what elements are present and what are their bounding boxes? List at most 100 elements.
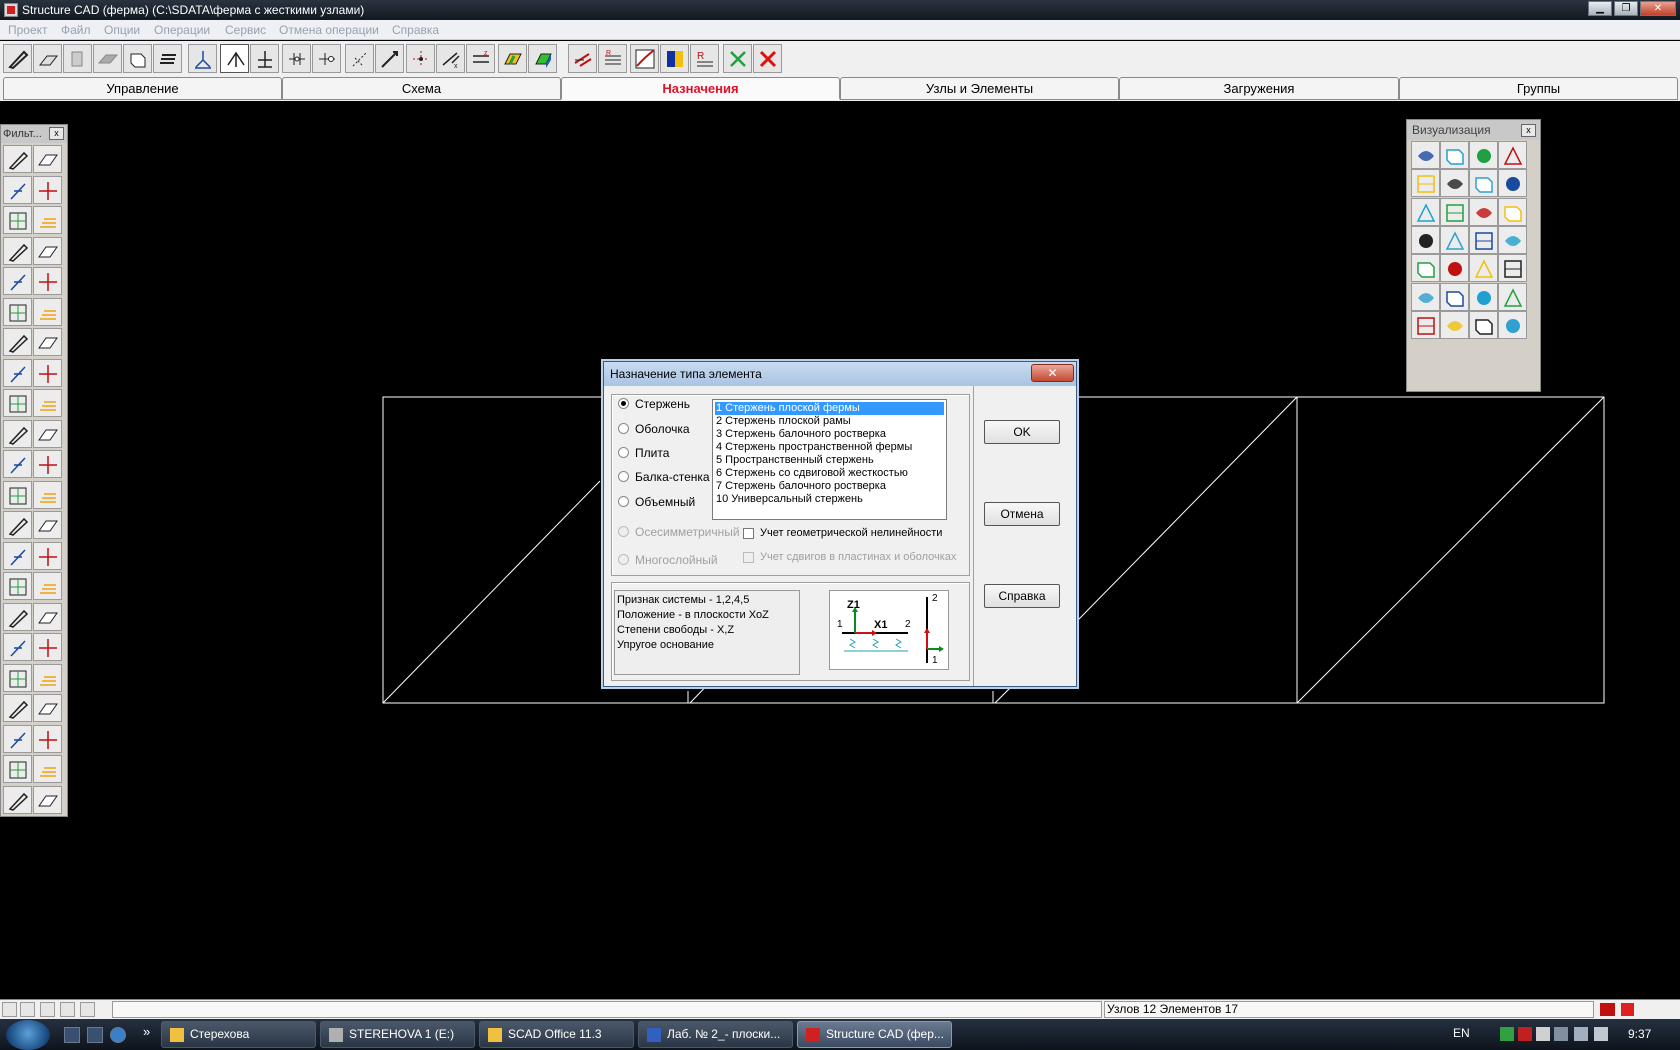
filter-stiffness-button[interactable] bbox=[3, 267, 32, 295]
filter-local-axes-button[interactable] bbox=[3, 328, 32, 356]
filter-sum-values-button[interactable] bbox=[3, 785, 32, 814]
radio-solid[interactable] bbox=[618, 496, 629, 507]
menu-options[interactable]: Опции bbox=[104, 23, 140, 37]
more-quicklaunch-icon[interactable]: » bbox=[143, 1024, 150, 1039]
filter-layers-button[interactable] bbox=[3, 572, 32, 600]
solid-stiffness-button[interactable] bbox=[123, 44, 152, 73]
filter-forces-button[interactable] bbox=[3, 419, 32, 448]
vis-cube-7-button[interactable] bbox=[1469, 225, 1498, 254]
menu-operations[interactable]: Операции bbox=[154, 23, 210, 37]
vis-view-3d-button[interactable] bbox=[1498, 169, 1527, 198]
close-window-button[interactable]: ✕ bbox=[1640, 1, 1676, 16]
vis-fragment-button[interactable] bbox=[1411, 254, 1440, 283]
minimize-button[interactable]: ▁ bbox=[1588, 1, 1612, 16]
filter-mesh-red-button[interactable] bbox=[33, 663, 62, 692]
radio-axisymmetric[interactable] bbox=[618, 526, 629, 537]
vis-grid-button[interactable] bbox=[1440, 310, 1469, 339]
show-desktop-icon[interactable] bbox=[64, 1027, 80, 1043]
vis-rotate-y2-button[interactable] bbox=[1469, 169, 1498, 198]
status-fragment-icon[interactable] bbox=[80, 1002, 95, 1017]
filter-inserts-button[interactable] bbox=[3, 358, 32, 387]
restore-button[interactable]: ❐ bbox=[1614, 1, 1638, 16]
graph-button[interactable] bbox=[630, 44, 659, 73]
filter-moment-values-button[interactable] bbox=[33, 450, 62, 478]
sections-table-button[interactable] bbox=[568, 44, 597, 73]
vis-print-button[interactable] bbox=[1469, 254, 1498, 283]
filter-links-button[interactable] bbox=[33, 297, 62, 326]
filter-hinges-button[interactable] bbox=[33, 358, 62, 387]
filter-stiffness-numbers-button[interactable] bbox=[33, 267, 62, 295]
list-item[interactable]: 10 Универсальный стержень bbox=[715, 493, 944, 506]
vis-hand-button[interactable] bbox=[1498, 310, 1527, 339]
vis-cube-3-button[interactable] bbox=[1469, 197, 1498, 226]
filter-grid-button[interactable] bbox=[3, 480, 32, 509]
plate-stiffness-button[interactable] bbox=[93, 44, 122, 73]
joint-button[interactable] bbox=[220, 44, 249, 73]
color-fill-button[interactable] bbox=[528, 44, 557, 73]
filter-rigid-button[interactable] bbox=[33, 633, 62, 661]
filter-force-values-button[interactable] bbox=[33, 419, 62, 448]
stiffness-button[interactable] bbox=[33, 44, 62, 73]
vis-model-button[interactable] bbox=[1411, 141, 1440, 169]
local-axes-button[interactable] bbox=[345, 44, 374, 73]
filter-grid-2-button[interactable] bbox=[33, 480, 62, 509]
filter-element-numbers-button[interactable] bbox=[33, 206, 62, 234]
vis-cube-4-button[interactable] bbox=[1498, 197, 1527, 226]
list-item[interactable]: 4 Стержень пространственной фермы bbox=[715, 441, 944, 454]
tab-loadings[interactable]: Загружения bbox=[1119, 77, 1399, 100]
ok-button[interactable]: OK bbox=[984, 420, 1060, 444]
orientation-button[interactable] bbox=[375, 44, 404, 73]
filter-grid-3-button[interactable] bbox=[33, 511, 62, 539]
elastic-base-button[interactable]: x bbox=[436, 44, 465, 73]
axis-direction-button[interactable]: z bbox=[466, 44, 495, 73]
cancel-assignment-button[interactable] bbox=[753, 44, 782, 73]
radio-shell-label[interactable]: Оболочка bbox=[635, 422, 690, 436]
vis-rotate-y-button[interactable] bbox=[1469, 141, 1498, 169]
tray-network-icon[interactable] bbox=[1500, 1027, 1514, 1041]
vis-rotate-ccw-button[interactable] bbox=[1411, 169, 1440, 198]
tab-nodes-elements[interactable]: Узлы и Элементы bbox=[840, 77, 1119, 100]
dialog-close-button[interactable]: ✕ bbox=[1031, 364, 1074, 382]
radio-rod-label[interactable]: Стержень bbox=[635, 397, 690, 411]
radio-solid-label[interactable]: Объемный bbox=[635, 495, 695, 509]
status-zoom-icon[interactable] bbox=[2, 1002, 17, 1017]
filter-g-values-button[interactable] bbox=[3, 633, 32, 661]
language-indicator[interactable]: EN bbox=[1453, 1026, 1470, 1040]
menu-file[interactable]: Файл bbox=[61, 23, 91, 37]
tab-assignments[interactable]: Назначения bbox=[561, 77, 840, 100]
vis-rotate-x2-button[interactable] bbox=[1440, 169, 1469, 198]
radio-multilayer[interactable] bbox=[618, 554, 629, 565]
task-scad-office[interactable]: SCAD Office 11.3 bbox=[479, 1021, 634, 1048]
list-item[interactable]: 3 Стержень балочного ростверка bbox=[715, 428, 944, 441]
filter-supports-button[interactable] bbox=[3, 297, 32, 326]
task-word-document[interactable]: Лаб. № 2_- плоски... bbox=[638, 1021, 793, 1048]
material-button[interactable] bbox=[498, 44, 527, 73]
filter-load-values-button[interactable] bbox=[33, 389, 62, 417]
dialog-title[interactable]: Назначение типа элемента bbox=[604, 362, 1076, 386]
radio-rod[interactable] bbox=[618, 398, 629, 409]
geometric-nonlinearity-label[interactable]: Учет геометрической нелинейности bbox=[760, 527, 942, 539]
filter-solid-button[interactable] bbox=[3, 175, 32, 204]
filter-g-forces-button[interactable] bbox=[33, 602, 62, 631]
menu-service[interactable]: Сервис bbox=[225, 23, 266, 37]
filter-chart-button[interactable] bbox=[33, 694, 62, 722]
tray-usb-icon[interactable] bbox=[1554, 1027, 1568, 1041]
status-element-icon[interactable] bbox=[60, 1002, 75, 1017]
filter-design-button[interactable] bbox=[33, 724, 62, 753]
color-scale-button[interactable] bbox=[660, 44, 689, 73]
tray-antivirus-icon[interactable] bbox=[1518, 1027, 1532, 1041]
filter-axes-2-button[interactable] bbox=[33, 328, 62, 356]
task-structure-cad[interactable]: Structure CAD (фер... bbox=[797, 1021, 952, 1048]
node-axes-button[interactable] bbox=[406, 44, 435, 73]
delete-assignment-button[interactable] bbox=[723, 44, 752, 73]
vis-section-button[interactable] bbox=[1440, 254, 1469, 283]
vis-red-ball-button[interactable] bbox=[1498, 282, 1527, 311]
radio-shell[interactable] bbox=[618, 423, 629, 434]
filter-brush-button[interactable] bbox=[33, 541, 62, 570]
browser-icon[interactable] bbox=[110, 1027, 126, 1043]
vis-fill-button[interactable] bbox=[1469, 310, 1498, 339]
filter-shading-button[interactable] bbox=[3, 541, 32, 570]
geometric-nonlinearity-checkbox[interactable] bbox=[743, 528, 754, 539]
tray-monitor-icon[interactable] bbox=[1574, 1027, 1588, 1041]
filter-extra-button[interactable] bbox=[33, 785, 62, 814]
